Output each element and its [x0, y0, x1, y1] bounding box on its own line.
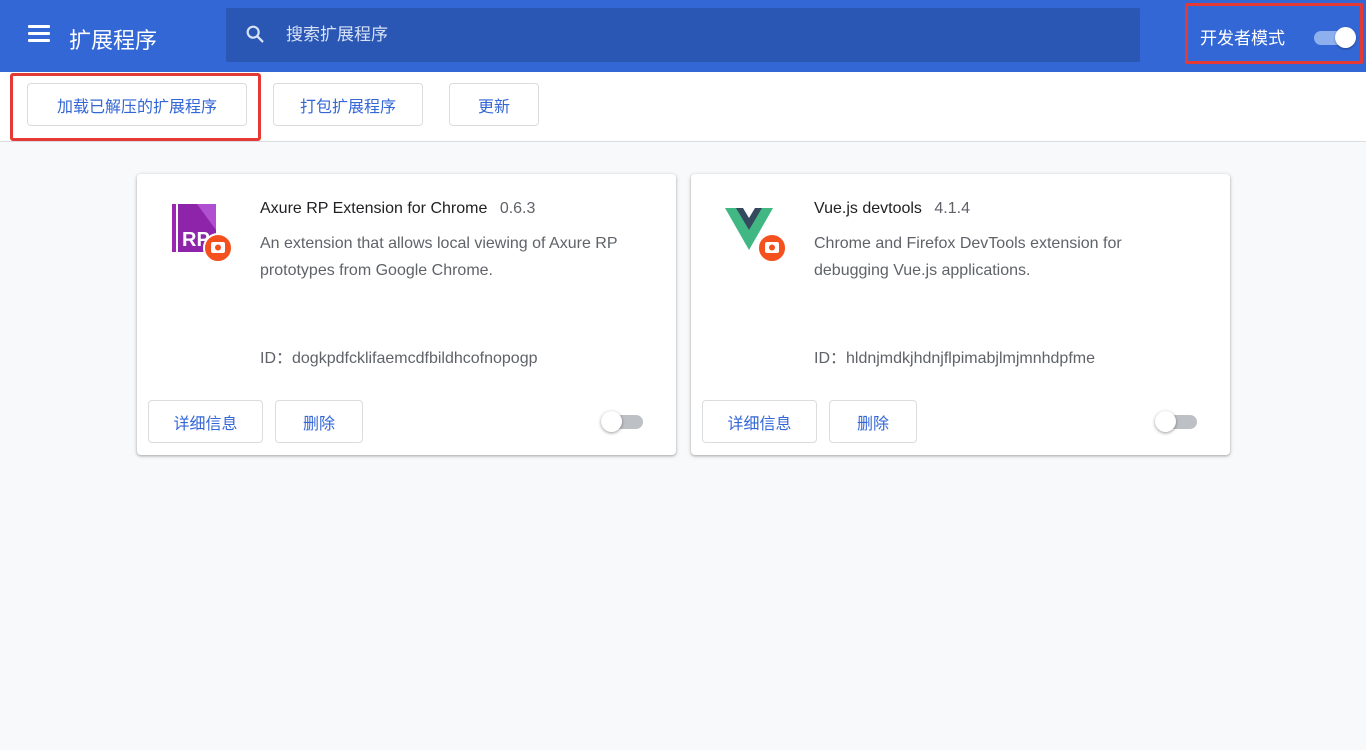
- page-title: 扩展程序: [69, 29, 158, 54]
- vue-devtools-icon: [725, 208, 787, 263]
- extension-id: ID：hldnjmdkjhdnjflpimabjlmjmnhdpfme: [814, 350, 1096, 367]
- load-unpacked-button[interactable]: 加载已解压的扩展程序: [27, 83, 247, 126]
- extension-name: Axure RP Extension for Chrome: [260, 200, 488, 217]
- extension-description: An extension that allows local viewing o…: [260, 235, 618, 279]
- details-button[interactable]: 详细信息: [148, 400, 263, 443]
- axure-rp-icon: RP: [172, 204, 233, 263]
- extension-id: ID：dogkpdfcklifaemcdfbildhcofnopogp: [260, 350, 538, 367]
- pack-extension-button[interactable]: 打包扩展程序: [273, 83, 423, 126]
- search-input[interactable]: [286, 20, 1106, 50]
- extension-card-axure: RP Axure RP Extension for Chrome 0.6.3 A…: [137, 174, 676, 455]
- remove-button[interactable]: 删除: [275, 400, 363, 443]
- extension-enable-toggle[interactable]: [601, 410, 645, 432]
- extension-name: Vue.js devtools: [814, 200, 922, 217]
- search-icon: [246, 25, 264, 43]
- developer-mode-area: 开发者模式: [1185, 3, 1363, 64]
- toolbar: 加载已解压的扩展程序 打包扩展程序 更新: [0, 72, 1366, 142]
- extension-version: 4.1.4: [934, 200, 970, 217]
- extension-version: 0.6.3: [499, 200, 536, 217]
- search-bar[interactable]: [226, 8, 1140, 62]
- extension-description: Chrome and Firefox DevTools extension fo…: [814, 235, 1122, 279]
- app-header: 扩展程序 开发者模式: [0, 0, 1366, 72]
- developer-mode-label: 开发者模式: [1200, 29, 1285, 49]
- update-button[interactable]: 更新: [449, 83, 539, 126]
- extension-card-vue: Vue.js devtools 4.1.4 Chrome and Firefox…: [691, 174, 1230, 455]
- developer-mode-toggle[interactable]: [1314, 27, 1356, 48]
- remove-button[interactable]: 删除: [829, 400, 917, 443]
- extension-enable-toggle[interactable]: [1155, 410, 1199, 432]
- details-button[interactable]: 详细信息: [702, 400, 817, 443]
- menu-icon[interactable]: [28, 25, 52, 47]
